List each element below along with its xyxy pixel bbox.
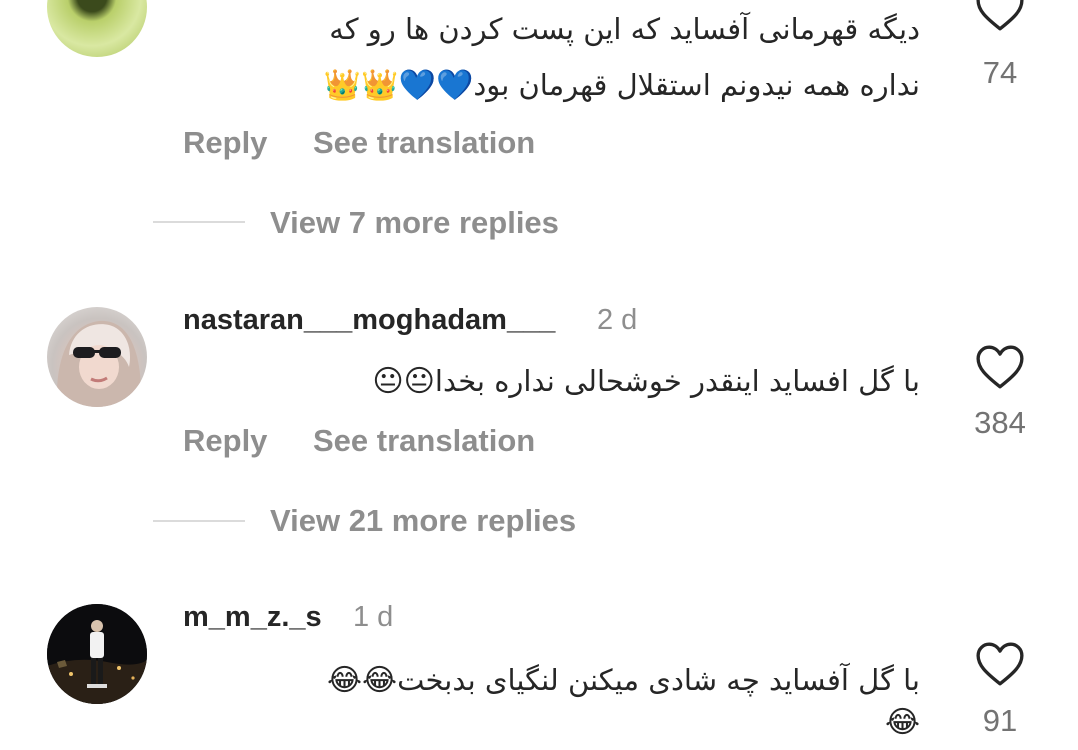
avatar-photo [56,320,142,407]
see-translation-button[interactable]: See translation [313,125,535,161]
see-translation-button[interactable]: See translation [313,423,535,459]
timestamp: 2 d [597,304,638,336]
comment-text-body: با گل افساید اینقدر خوشحالی نداره بخدا [434,364,920,398]
heart-outline-icon[interactable] [975,0,1025,32]
comment-text: با گل افساید اینقدر خوشحالی نداره بخدا😐😐 [372,364,920,399]
username[interactable]: nastaran___moghadam___ [183,304,555,337]
comment-text-body: با گل آفساید چه شادی میکنن لنگیای بدبخت [397,663,920,697]
like-count: 74 [982,55,1018,90]
heart-outline-icon[interactable] [975,344,1025,390]
view-more-replies-button[interactable]: View 21 more replies [270,503,576,539]
comment-text-line-2: 😂 [885,705,920,740]
like-count: 91 [982,703,1018,738]
emoji: 😂😂 [326,663,398,698]
reply-button[interactable]: Reply [183,125,267,161]
emoji: 😂 [884,705,920,740]
emoji: 😐😐 [372,364,435,399]
username[interactable]: m_m_z._s [183,601,322,634]
heart-outline-icon[interactable] [975,641,1025,687]
comment-text-line-1: با گل آفساید چه شادی میکنن لنگیای بدبخت😂… [327,663,920,698]
emoji: 💙💙👑👑 [323,68,474,103]
comment-text: نداره همه نیدونم استقلال قهرمان بود [473,68,920,102]
timestamp: 1 d [353,601,394,633]
divider [153,221,245,223]
comment-text-line-1: دیگه قهرمانی آفساید که این پست کردن ها ر… [329,12,920,46]
reply-button[interactable]: Reply [183,423,267,459]
avatar-photo [47,604,147,704]
divider [153,520,245,522]
view-more-replies-button[interactable]: View 7 more replies [270,205,559,241]
avatar[interactable] [47,604,147,704]
like-count: 384 [974,405,1026,440]
avatar[interactable] [47,0,147,57]
comment-text-line-2: نداره همه نیدونم استقلال قهرمان بود💙💙👑👑 [324,68,920,103]
avatar[interactable] [47,307,147,407]
